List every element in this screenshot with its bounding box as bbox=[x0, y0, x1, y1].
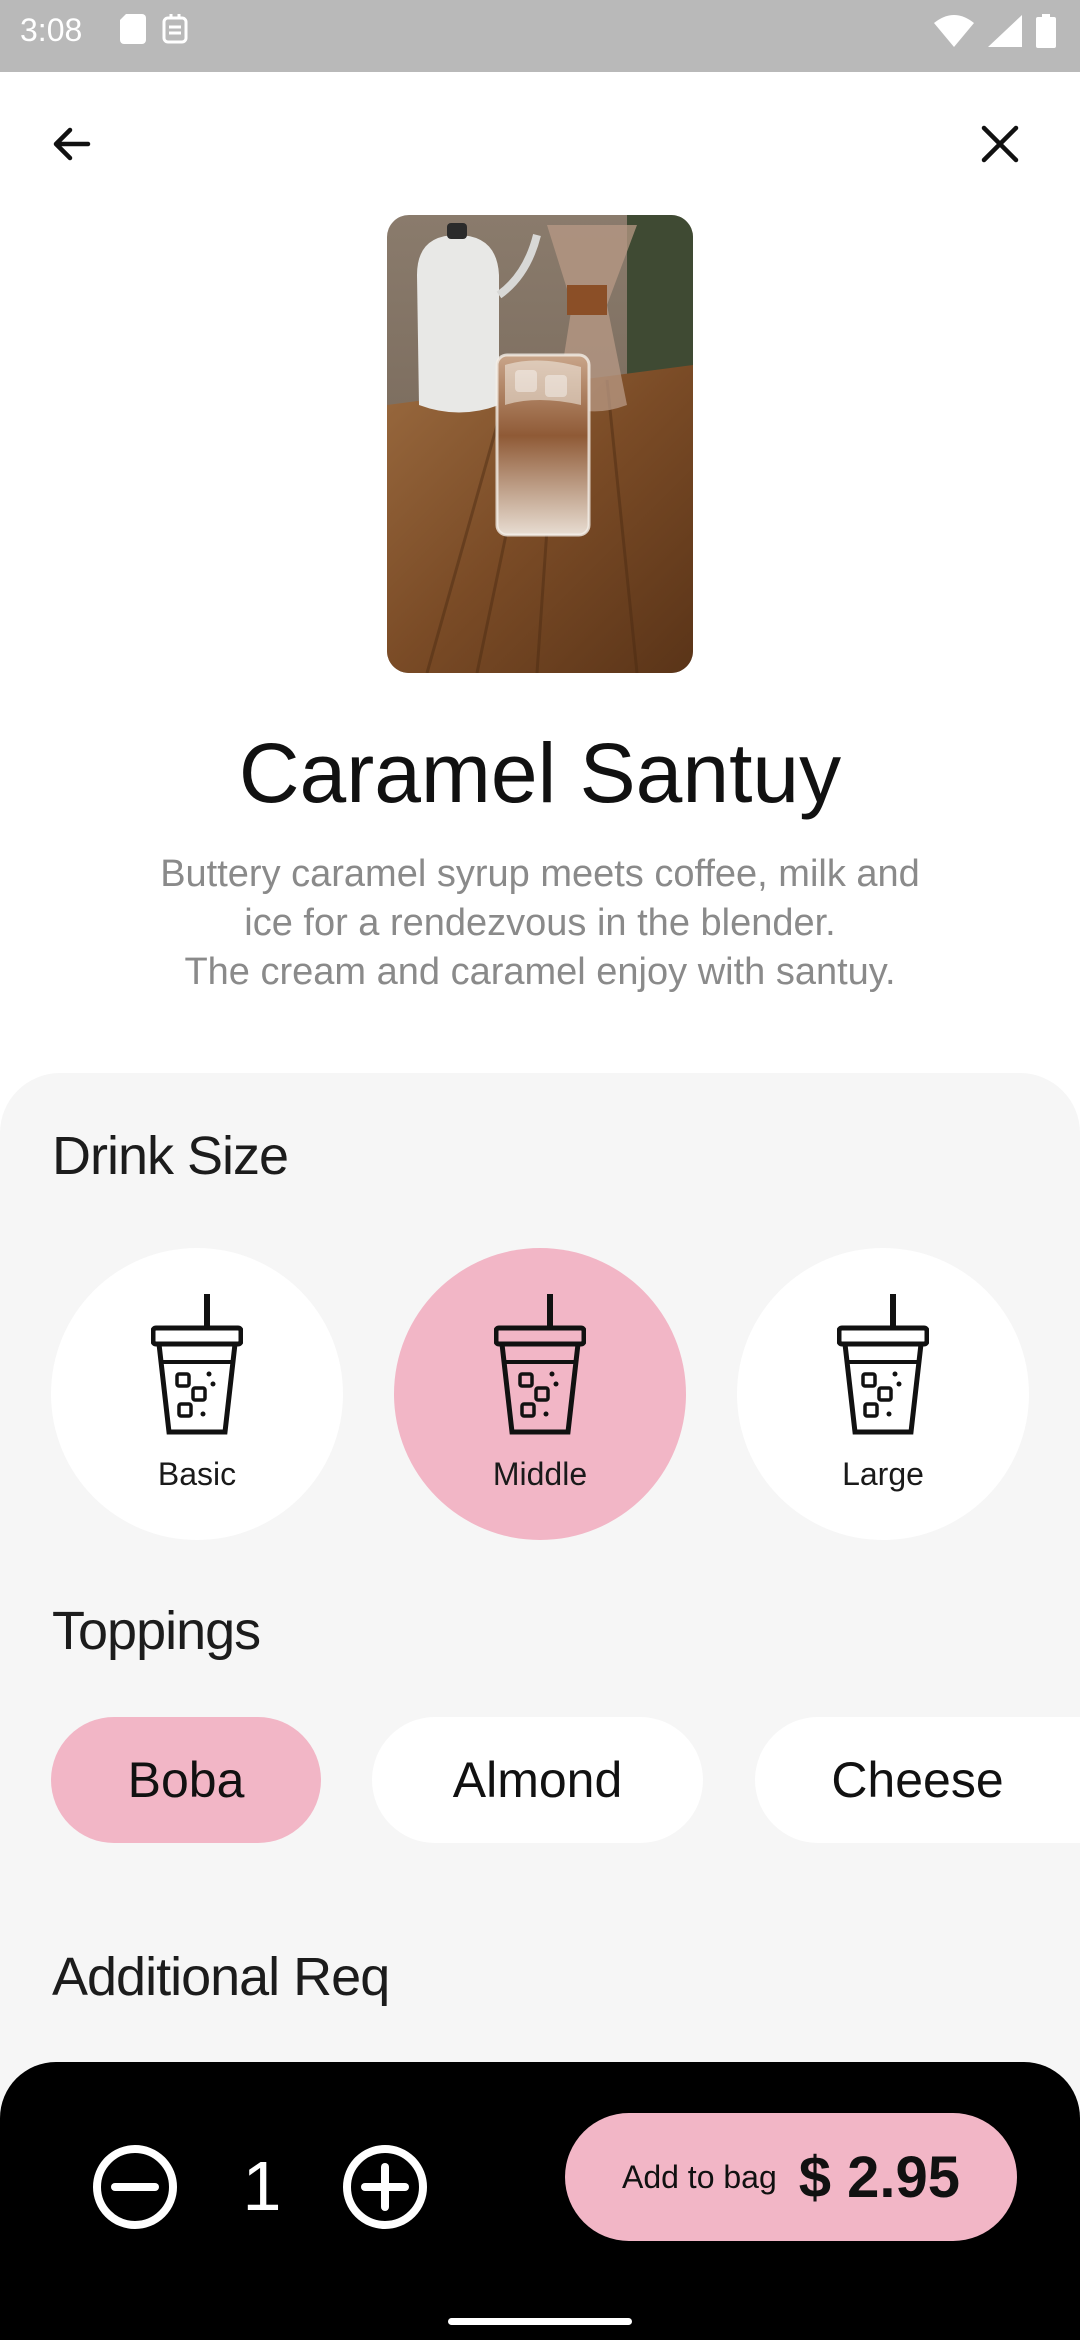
minus-circle-icon bbox=[93, 2145, 177, 2229]
drink-size-title: Drink Size bbox=[52, 1126, 289, 1186]
size-option-middle[interactable]: Middle bbox=[394, 1248, 686, 1540]
topping-chip-almond[interactable]: Almond bbox=[372, 1717, 703, 1843]
home-indicator[interactable] bbox=[448, 2318, 632, 2325]
back-button[interactable] bbox=[32, 104, 112, 184]
toppings-title: Toppings bbox=[52, 1601, 261, 1661]
increase-quantity-button[interactable] bbox=[339, 2141, 431, 2233]
sd-card-icon bbox=[120, 14, 146, 44]
description-line: Buttery caramel syrup meets coffee, milk… bbox=[160, 853, 920, 895]
size-label: Large bbox=[842, 1456, 924, 1492]
description-line: ice for a rendezvous in the blender. bbox=[244, 902, 836, 944]
cup-icon bbox=[494, 1294, 586, 1435]
decrease-quantity-button[interactable] bbox=[89, 2141, 181, 2233]
size-label: Middle bbox=[492, 1456, 588, 1492]
topping-chip-boba[interactable]: Boba bbox=[51, 1717, 321, 1843]
plus-circle-icon bbox=[343, 2145, 427, 2229]
battery-icon bbox=[1036, 14, 1056, 48]
cup-icon bbox=[837, 1294, 929, 1435]
top-bar bbox=[0, 72, 1080, 212]
wifi-icon bbox=[934, 15, 974, 47]
status-time: 3:08 bbox=[20, 12, 83, 48]
product-image bbox=[387, 215, 693, 673]
size-label: Basic bbox=[157, 1456, 237, 1492]
close-icon bbox=[981, 125, 1019, 163]
size-option-large[interactable]: Large bbox=[737, 1248, 1029, 1540]
arrow-left-icon bbox=[53, 127, 91, 161]
storage-icon bbox=[162, 14, 188, 44]
signal-icon bbox=[988, 15, 1022, 47]
add-to-bag-label: Add to bag bbox=[621, 2158, 777, 2195]
description-line: The cream and caramel enjoy with santuy. bbox=[184, 951, 896, 993]
cup-icon bbox=[151, 1294, 243, 1435]
topping-chip-cheese[interactable]: Cheese bbox=[755, 1717, 1080, 1843]
price-label: $ 2.95 bbox=[798, 2144, 961, 2210]
size-option-basic[interactable]: Basic bbox=[51, 1248, 343, 1540]
product-description: Buttery caramel syrup meets coffee, milk… bbox=[90, 850, 990, 997]
additional-req-title: Additional Req bbox=[52, 1947, 390, 2007]
status-bar: 3:08 bbox=[0, 0, 1080, 72]
status-right-icons bbox=[934, 14, 1056, 48]
add-to-bag-button[interactable]: Add to bag $ 2.95 bbox=[565, 2113, 1017, 2241]
product-title: Caramel Santuy bbox=[238, 726, 842, 820]
close-button[interactable] bbox=[960, 104, 1040, 184]
quantity-value: 1 bbox=[242, 2147, 282, 2225]
status-left-icons bbox=[120, 14, 188, 44]
